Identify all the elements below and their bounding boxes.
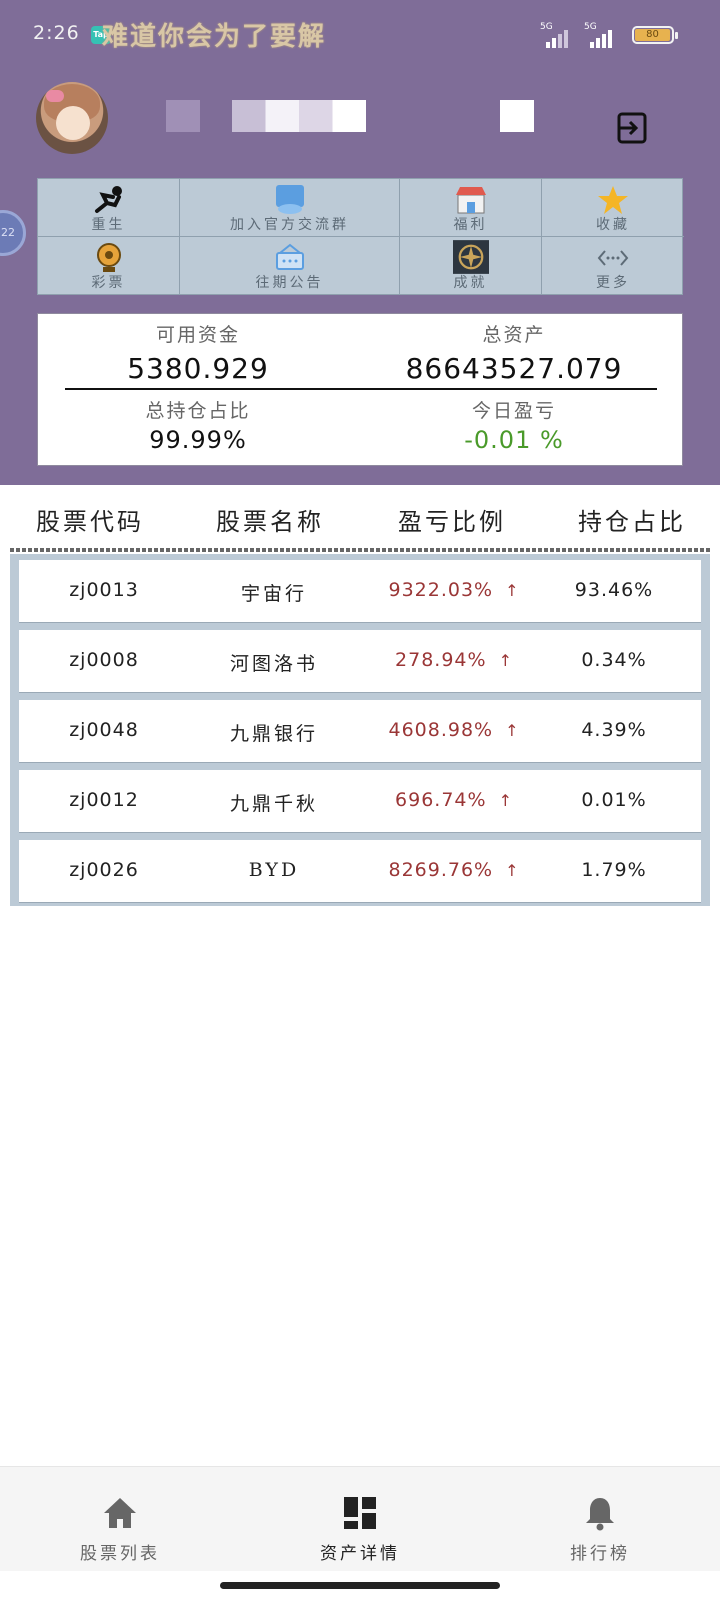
dashboard-icon xyxy=(344,1497,376,1529)
up-arrow-icon: ↑ xyxy=(505,581,520,600)
more-icon xyxy=(597,250,629,266)
stock-code: zj0008 xyxy=(69,649,139,671)
feature-menu-grid: 重生 加入官方交流群 福利 收藏 彩票 往期公告 成就 更多 xyxy=(37,178,684,295)
stock-name: 九鼎千秋 xyxy=(229,793,318,815)
total-assets-value: 86643527.079 xyxy=(405,352,623,385)
holdings-table: zj0013 宇宙行 9322.03% ↑ 93.46% zj0008 河图洛书 … xyxy=(10,554,710,906)
home-icon xyxy=(104,1498,136,1528)
stock-name: 九鼎银行 xyxy=(229,723,318,745)
menu-item-lottery[interactable]: 彩票 xyxy=(38,237,180,294)
home-indicator[interactable] xyxy=(220,1582,500,1589)
header-stock-name: 股票名称 xyxy=(216,508,324,536)
menu-item-announcements[interactable]: 往期公告 xyxy=(180,237,400,294)
pl-ratio: 696.74% xyxy=(395,789,487,811)
status-time: 2:26 xyxy=(33,22,80,44)
shop-icon xyxy=(455,187,486,214)
lottery-icon xyxy=(96,243,121,272)
pl-ratio: 278.94% xyxy=(395,649,487,671)
asset-summary-card: 可用资金 5380.929 总资产 86643527.079 总持仓占比 99.… xyxy=(37,313,683,466)
menu-item-favorites[interactable]: 收藏 xyxy=(542,179,684,237)
pl-ratio: 4608.98% xyxy=(388,719,494,741)
nav-asset-details[interactable]: 资产详情 xyxy=(260,1477,460,1564)
battery-icon: 80 xyxy=(632,26,678,44)
stock-name: 宇宙行 xyxy=(240,583,307,605)
menu-item-more[interactable]: 更多 xyxy=(542,237,684,294)
stock-name: BYD xyxy=(248,859,300,881)
menu-item-join-group[interactable]: 加入官方交流群 xyxy=(180,179,400,237)
header-position-ratio: 持仓占比 xyxy=(578,508,686,536)
up-arrow-icon: ↑ xyxy=(498,791,513,810)
star-icon xyxy=(598,186,628,214)
position-ratio: 1.79% xyxy=(581,859,647,881)
stock-code: zj0012 xyxy=(69,789,139,811)
scrolling-banner-text: 难道你会为了要解 xyxy=(102,22,327,52)
up-arrow-icon: ↑ xyxy=(505,721,520,740)
user-id-redacted xyxy=(500,100,534,132)
position-ratio-value: 99.99% xyxy=(149,426,247,454)
bottom-navigation: 股票列表 资产详情 排行榜 xyxy=(0,1466,720,1571)
rebirth-icon xyxy=(94,186,122,213)
stock-code: zj0013 xyxy=(69,579,139,601)
header-pl-ratio: 盈亏比例 xyxy=(398,508,506,536)
stock-code: zj0026 xyxy=(69,859,139,881)
avatar[interactable] xyxy=(36,82,108,154)
table-row[interactable]: zj0048 九鼎银行 4608.98% ↑ 4.39% xyxy=(19,700,701,762)
holdings-table-header: 股票代码 股票名称 盈亏比例 持仓占比 xyxy=(0,490,720,546)
nav-stock-list[interactable]: 股票列表 xyxy=(20,1477,220,1564)
summary-divider xyxy=(65,388,657,390)
bell-icon xyxy=(586,1498,614,1531)
available-funds-value: 5380.929 xyxy=(127,352,269,385)
menu-item-achievements[interactable]: 成就 xyxy=(400,237,542,294)
today-pl-label: 今日盈亏 xyxy=(471,400,556,422)
status-bar: 2:26 Tap 难道你会为了要解 5G 5G 80 xyxy=(0,16,720,56)
announcement-icon xyxy=(275,243,304,270)
position-ratio: 93.46% xyxy=(574,579,654,601)
header-stock-code: 股票代码 xyxy=(36,508,144,536)
position-ratio: 4.39% xyxy=(581,719,647,741)
menu-item-rebirth[interactable]: 重生 xyxy=(38,179,180,237)
position-ratio-label: 总持仓占比 xyxy=(145,400,251,422)
available-funds-label: 可用资金 xyxy=(155,324,240,346)
position-ratio: 0.34% xyxy=(581,649,647,671)
table-row[interactable]: zj0026 BYD 8269.76% ↑ 1.79% xyxy=(19,840,701,902)
table-row[interactable]: zj0013 宇宙行 9322.03% ↑ 93.46% xyxy=(19,560,701,622)
achievement-icon xyxy=(452,240,489,274)
today-pl-value: -0.01 % xyxy=(464,426,564,454)
position-ratio: 0.01% xyxy=(581,789,647,811)
stock-code: zj0048 xyxy=(69,719,139,741)
username-redacted xyxy=(166,100,200,132)
cellular-signal-icon-2: 5G xyxy=(584,22,620,48)
pl-ratio: 8269.76% xyxy=(388,859,494,881)
up-arrow-icon: ↑ xyxy=(498,651,513,670)
total-assets-label: 总资产 xyxy=(482,324,546,346)
nav-leaderboard[interactable]: 排行榜 xyxy=(500,1477,700,1564)
cellular-signal-icon: 5G xyxy=(540,22,576,48)
username-redacted-2 xyxy=(232,100,366,132)
logout-icon[interactable] xyxy=(616,112,648,144)
pl-ratio: 9322.03% xyxy=(388,579,494,601)
group-chat-icon xyxy=(275,185,304,214)
header-dashed-divider xyxy=(10,548,710,552)
up-arrow-icon: ↑ xyxy=(505,861,520,880)
menu-item-welfare[interactable]: 福利 xyxy=(400,179,542,237)
table-row[interactable]: zj0012 九鼎千秋 696.74% ↑ 0.01% xyxy=(19,770,701,832)
table-row[interactable]: zj0008 河图洛书 278.94% ↑ 0.34% xyxy=(19,630,701,692)
stock-name: 河图洛书 xyxy=(229,653,318,675)
battery-level: 80 xyxy=(635,29,670,41)
